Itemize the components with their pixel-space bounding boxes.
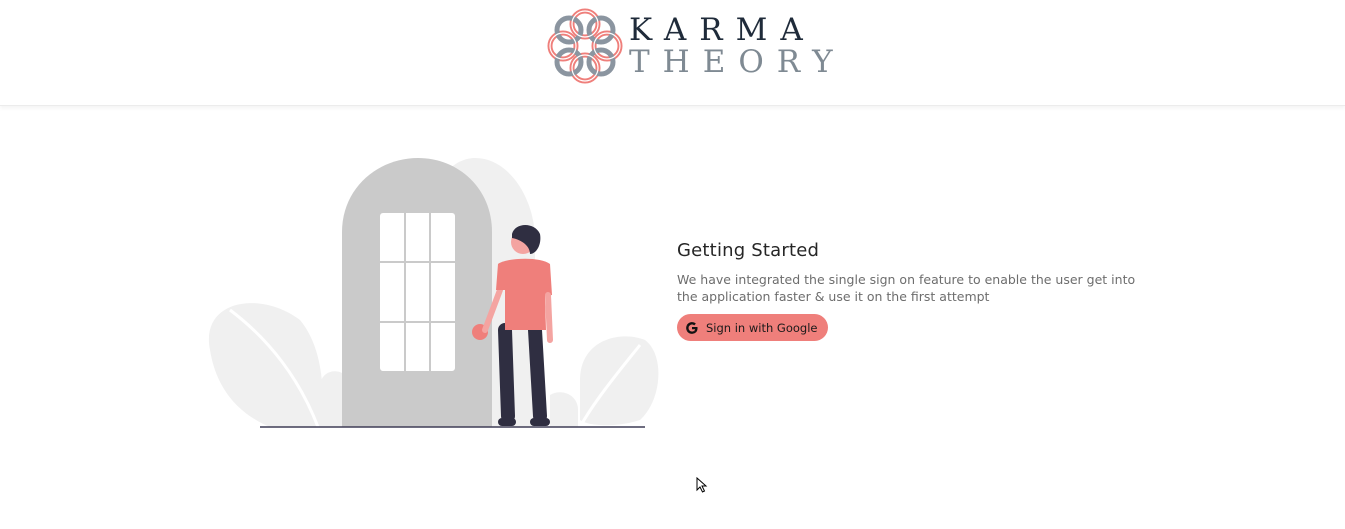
page-title: Getting Started: [677, 240, 820, 261]
sign-in-with-google-button[interactable]: Sign in with Google: [677, 314, 828, 341]
sign-in-button-label: Sign in with Google: [706, 320, 818, 335]
mouse-cursor-icon: [696, 477, 708, 493]
logo-word-karma: KARMA: [629, 12, 816, 48]
description-text: We have integrated the single sign on fe…: [677, 272, 1136, 304]
getting-started-panel: Getting Started We have integrated the s…: [677, 240, 1147, 341]
logo-word-theory: THEORY: [629, 44, 846, 80]
karma-theory-knot-icon: [547, 8, 623, 84]
google-icon: [686, 321, 698, 334]
karma-theory-logo[interactable]: KARMA THEORY: [545, 6, 833, 86]
person-at-door-illustration: [208, 158, 659, 428]
header: KARMA THEORY: [0, 0, 1345, 106]
